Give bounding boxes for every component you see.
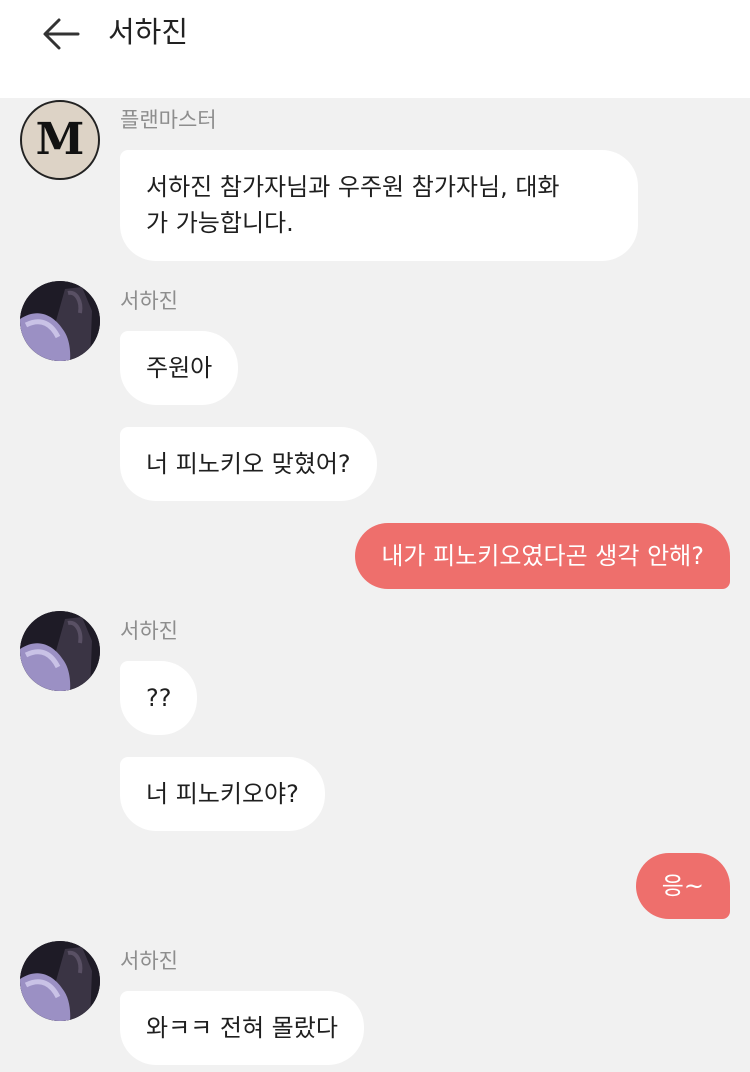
outgoing-message-bubble[interactable]: 내가 피노키오였다곤 생각 안해? (355, 523, 730, 589)
chat-header: 서하진 (0, 0, 750, 98)
user-avatar[interactable] (20, 611, 100, 691)
sender-name: 서하진 (120, 949, 178, 973)
chat-title: 서하진 (108, 15, 189, 49)
message-text: 주원아 (146, 354, 213, 382)
profile-photo-icon (20, 281, 100, 361)
incoming-message-bubble[interactable]: 너 피노키오 맞혔어? (120, 427, 377, 501)
sender-name: 서하진 (120, 619, 178, 643)
planmaster-avatar[interactable]: M (20, 100, 100, 180)
message-text-line: 서하진 참가자님과 우주원 참가자님, 대화 (146, 173, 560, 201)
incoming-message-bubble[interactable]: ?? (120, 661, 198, 735)
planmaster-logo: M (35, 114, 85, 165)
message-text: ?? (146, 684, 172, 712)
user-avatar[interactable] (20, 941, 100, 1021)
message-text: 내가 피노키오였다곤 생각 안해? (381, 542, 704, 570)
message-text: 너 피노키오 맞혔어? (146, 450, 351, 478)
profile-photo-icon (20, 611, 100, 691)
sender-name: 서하진 (120, 289, 178, 313)
back-arrow-icon[interactable] (38, 14, 84, 54)
incoming-message-bubble[interactable]: 와ㅋㅋ 전혀 몰랐다 (120, 991, 364, 1065)
message-list[interactable]: M 플랜마스터 서하진 참가자님과 우주원 참가자님, 대화 가 가능합니다. … (0, 98, 750, 1072)
incoming-message-bubble[interactable]: 주원아 (120, 331, 239, 405)
message-text: 응~ (661, 872, 704, 900)
user-avatar[interactable] (20, 281, 100, 361)
message-text-line: 가 가능합니다. (146, 209, 294, 237)
sender-name: 플랜마스터 (120, 108, 217, 132)
outgoing-message-bubble[interactable]: 응~ (635, 853, 730, 919)
message-text: 와ㅋㅋ 전혀 몰랐다 (146, 1014, 338, 1042)
message-text: 너 피노키오야? (146, 780, 299, 808)
profile-photo-icon (20, 941, 100, 1021)
incoming-message-bubble[interactable]: 서하진 참가자님과 우주원 참가자님, 대화 가 가능합니다. (120, 150, 638, 261)
incoming-message-bubble[interactable]: 너 피노키오야? (120, 757, 325, 831)
